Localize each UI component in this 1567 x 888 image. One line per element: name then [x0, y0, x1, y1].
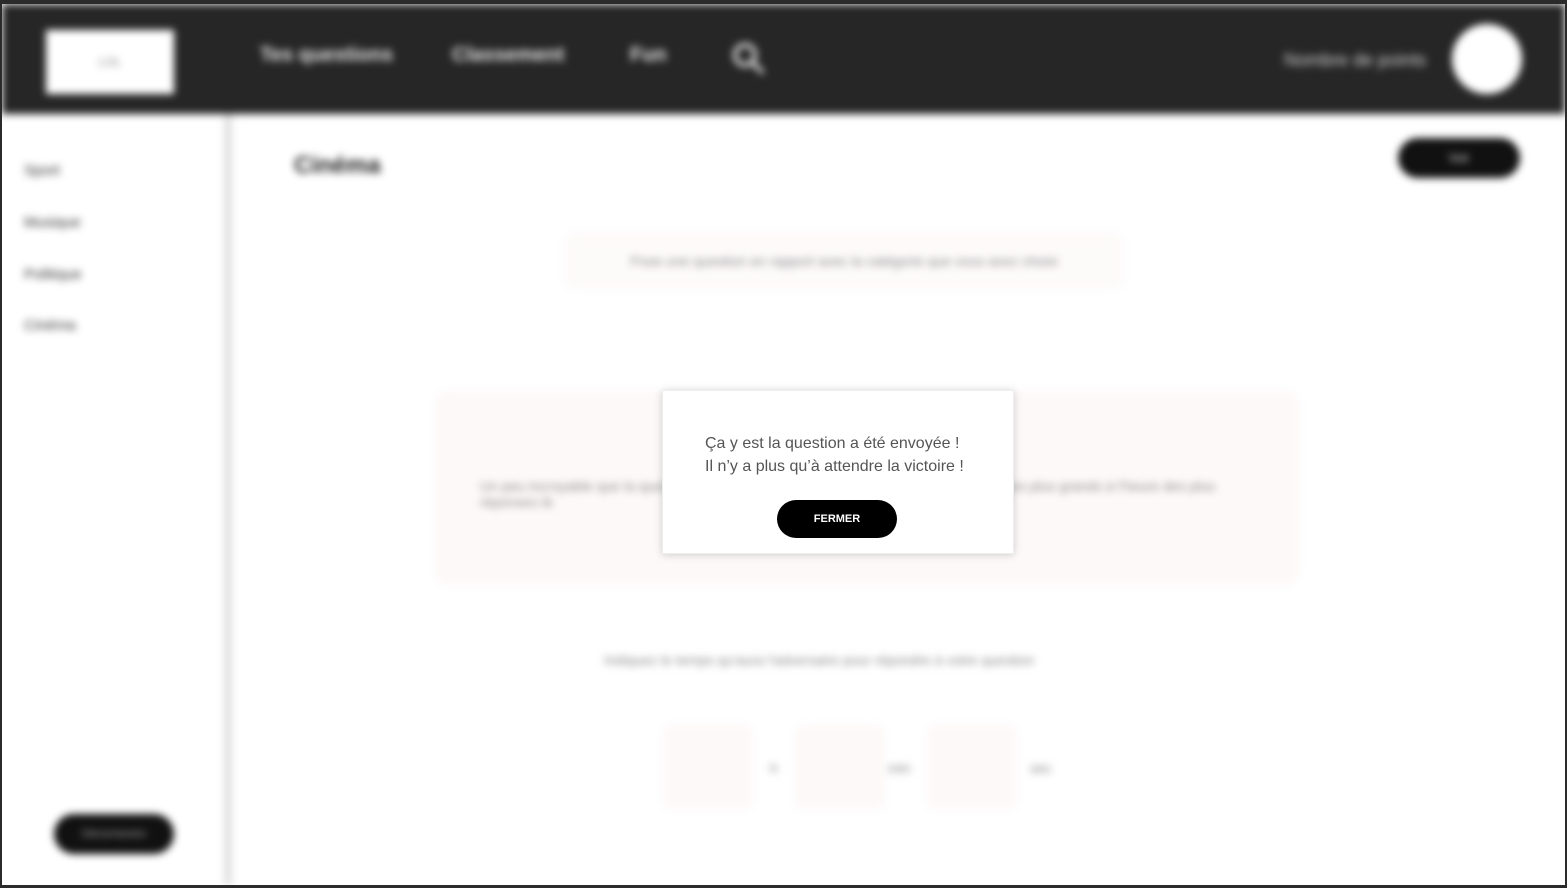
- sidebar: Sport Musique Politique Cinéma Déconnexi…: [2, 114, 232, 885]
- confirmation-modal: Ça y est la question a été envoyée ! Il …: [662, 390, 1014, 554]
- top-navigation-bar: LOL Tes questions Classement Fun Nombre …: [2, 4, 1565, 114]
- modal-message-line-2: Il n’y a plus qu’à attendre la victoire …: [705, 458, 964, 475]
- sidebar-item-cinema[interactable]: Cinéma: [24, 317, 76, 334]
- hours-input[interactable]: [662, 724, 754, 810]
- sidebar-item-sport[interactable]: Sport: [24, 162, 60, 179]
- close-button[interactable]: FERMER: [777, 500, 897, 538]
- top-action-button[interactable]: Voir: [1398, 138, 1520, 178]
- user-points-label: Nombre de points: [1284, 50, 1427, 70]
- hours-label: h: [770, 760, 778, 776]
- nav-item-fun[interactable]: Fun: [630, 44, 667, 67]
- modal-message-line-1: Ça y est la question a été envoyée !: [705, 435, 960, 452]
- minutes-label: min: [888, 760, 911, 776]
- search-icon[interactable]: [730, 40, 766, 76]
- minutes-input[interactable]: [794, 724, 886, 810]
- logout-button[interactable]: Déconnexion: [54, 814, 174, 854]
- avatar[interactable]: [1452, 24, 1522, 94]
- timer-hint: Indiquez le temps qu'aura l'adversaire p…: [604, 652, 1035, 668]
- sidebar-item-politique[interactable]: Politique: [24, 266, 82, 283]
- logo[interactable]: LOL: [46, 30, 174, 94]
- nav-item-ranking[interactable]: Classement: [452, 44, 564, 67]
- page-title: Cinéma: [294, 152, 381, 179]
- app-window: LOL Tes questions Classement Fun Nombre …: [2, 4, 1565, 885]
- seconds-label: sec: [1030, 760, 1052, 776]
- sidebar-item-musique[interactable]: Musique: [24, 214, 81, 231]
- question-hint: Pose une question en rapport avec la cat…: [564, 232, 1124, 290]
- nav-item-questions[interactable]: Tes questions: [260, 44, 393, 67]
- seconds-input[interactable]: [926, 724, 1018, 810]
